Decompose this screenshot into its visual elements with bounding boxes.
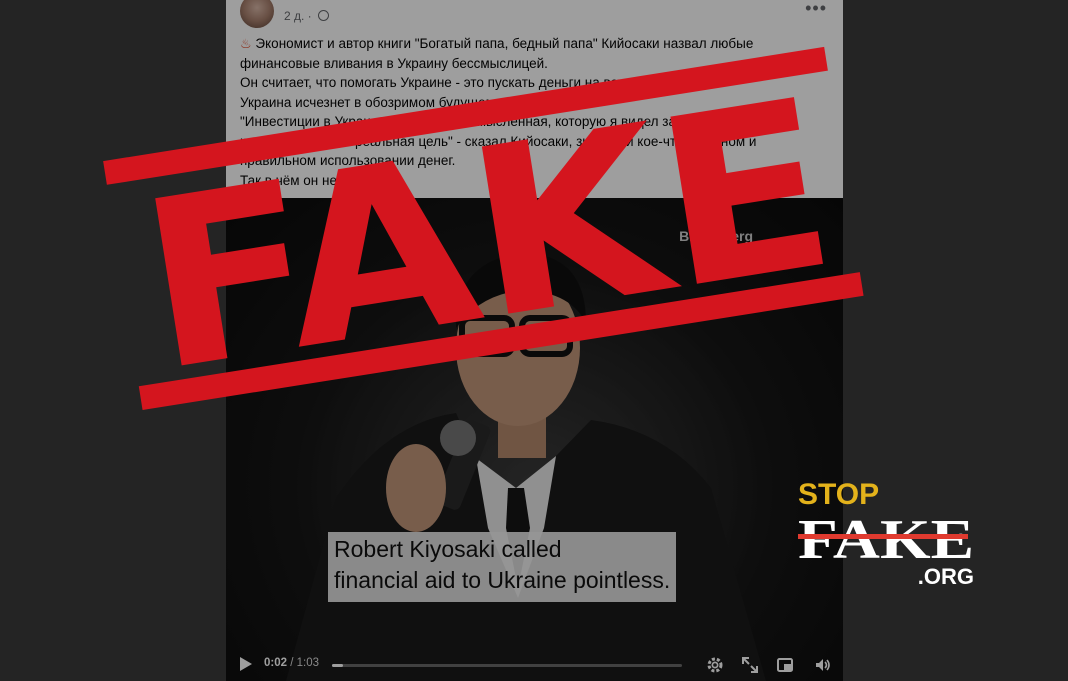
facebook-post: 2 д. · ••• ♨ Экономист и автор книги "Бо… <box>226 0 843 681</box>
video-controls: 0:02 / 1:03 <box>226 650 843 681</box>
post-line: "Инвестиции в Украину — самая бессмыслен… <box>240 114 784 129</box>
duration: / 1:03 <box>290 657 320 669</box>
post-meta: 2 д. · <box>284 9 330 23</box>
post-line: Так в чём он не прав? <box>240 172 378 188</box>
avatar[interactable] <box>240 0 274 28</box>
post-time[interactable]: 2 д. <box>284 9 304 23</box>
post-line: ♨ Экономист и автор книги "Богатый папа,… <box>240 36 754 51</box>
hot-springs-icon: ♨ <box>240 36 252 51</box>
svg-text:.ORG: .ORG <box>918 564 974 589</box>
progress-fill <box>332 664 343 667</box>
volume-icon[interactable] <box>814 656 832 674</box>
post-text: ♨ Экономист и автор книги "Богатый папа,… <box>240 34 830 190</box>
play-icon[interactable] <box>240 657 252 671</box>
post-line: финансовые вливания в Украину бессмыслиц… <box>240 55 548 71</box>
more-icon[interactable]: ••• <box>805 0 827 19</box>
video-player[interactable]: Bloomberg Robert Kiyosaki called financi… <box>226 198 843 681</box>
fullscreen-icon[interactable] <box>741 656 759 674</box>
post-header: 2 д. · ••• <box>226 0 843 30</box>
post-line: какая бы ни была реальная цель" - сказал… <box>240 133 757 149</box>
globe-icon <box>318 10 330 21</box>
post-line: Украина исчезнет в обозримом будущем. <box>240 94 499 110</box>
speaker-image <box>286 253 766 681</box>
progress-bar[interactable] <box>332 664 682 667</box>
post-line: правильном использовании денег. <box>240 153 456 168</box>
stopfake-logo: STOP FAKE .ORG <box>798 478 974 589</box>
pip-icon[interactable] <box>776 656 794 674</box>
caption-line: Robert Kiyosaki called <box>334 536 562 562</box>
video-caption: Robert Kiyosaki called financial aid to … <box>328 532 677 602</box>
svg-text:STOP: STOP <box>798 478 879 511</box>
settings-icon[interactable] <box>706 656 724 674</box>
caption-line: financial aid to Ukraine pointless. <box>334 567 671 593</box>
svg-text:FAKE: FAKE <box>798 509 974 571</box>
post-line: Он считает, что помогать Украине - это п… <box>240 75 715 90</box>
current-time: 0:02 <box>264 657 288 669</box>
video-time: 0:02 / 1:03 <box>264 657 319 669</box>
